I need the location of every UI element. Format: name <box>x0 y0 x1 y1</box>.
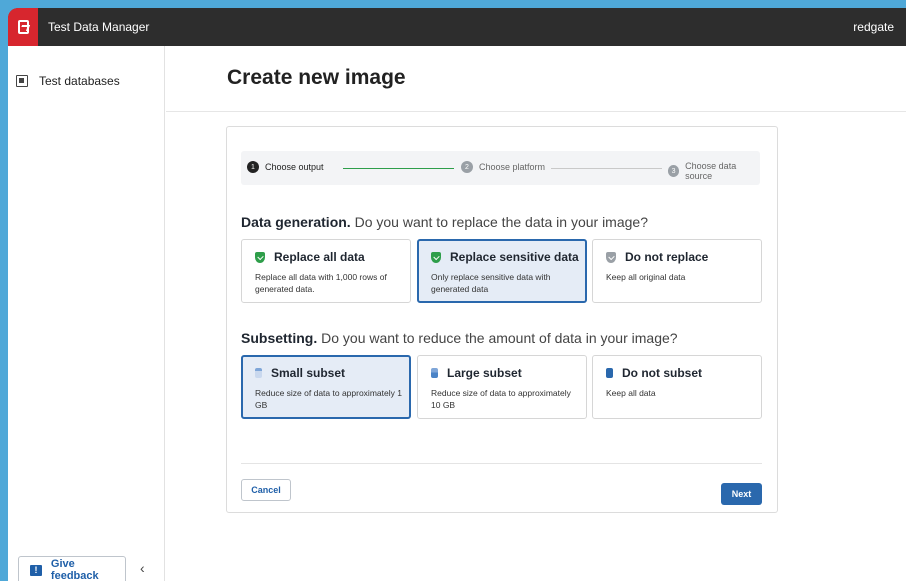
option-title-text: Do not replace <box>625 250 709 264</box>
feedback-icon: ! <box>30 564 42 576</box>
step-choose-output: 1 Choose output <box>247 161 324 173</box>
step-choose-platform: 2 Choose platform <box>461 161 545 173</box>
section-label: Subsetting. <box>241 330 318 346</box>
collapse-sidebar-icon[interactable]: ‹ <box>140 560 145 576</box>
shield-check-icon <box>431 251 441 263</box>
section-question: Do you want to replace the data in your … <box>354 214 648 230</box>
redgate-logo-icon <box>17 20 29 34</box>
sidebar: Test databases ! Give feedback ‹ <box>8 46 165 581</box>
data-generation-heading: Data generation. Do you want to replace … <box>241 214 648 230</box>
option-do-not-subset[interactable]: Do not subset Keep all data <box>592 355 762 419</box>
stepper: 1 Choose output 2 Choose platform 3 Choo… <box>241 151 760 185</box>
page-header: Create new image <box>166 46 906 112</box>
shield-icon <box>606 251 616 263</box>
step-choose-data-source: 3 Choose data source <box>668 161 760 181</box>
next-button[interactable]: Next <box>721 483 762 505</box>
option-title-text: Large subset <box>447 366 522 380</box>
option-title: Replace sensitive data <box>431 250 579 264</box>
sidebar-item-test-databases[interactable]: Test databases <box>16 74 120 88</box>
option-small-subset[interactable]: Small subset Reduce size of data to appr… <box>241 355 411 419</box>
give-feedback-label: Give feedback <box>50 558 99 581</box>
section-question: Do you want to reduce the amount of data… <box>321 330 678 346</box>
sidebar-item-label: Test databases <box>39 74 120 88</box>
step-number: 2 <box>461 161 473 173</box>
option-do-not-replace[interactable]: Do not replace Keep all original data <box>592 239 762 303</box>
database-icon <box>16 75 28 87</box>
option-replace-sensitive-data[interactable]: Replace sensitive data Only replace sens… <box>417 239 587 303</box>
section-label: Data generation. <box>241 214 351 230</box>
option-title-text: Replace sensitive data <box>450 250 579 264</box>
step-label: Choose output <box>265 162 324 172</box>
cancel-button[interactable]: Cancel <box>241 479 291 501</box>
option-title: Do not subset <box>606 366 702 380</box>
option-title: Small subset <box>255 366 345 380</box>
database-full-icon <box>606 368 613 378</box>
footer-divider <box>241 463 762 464</box>
step-connector-complete <box>343 168 454 169</box>
app-title: Test Data Manager <box>48 20 150 34</box>
option-title-text: Do not subset <box>622 366 702 380</box>
database-small-icon <box>255 368 262 378</box>
database-large-icon <box>431 368 438 378</box>
option-title-text: Small subset <box>271 366 346 380</box>
subsetting-heading: Subsetting. Do you want to reduce the am… <box>241 330 678 346</box>
option-description: Replace all data with 1,000 rows of gene… <box>255 272 387 294</box>
option-title: Large subset <box>431 366 522 380</box>
option-title: Replace all data <box>255 250 365 264</box>
option-replace-all-data[interactable]: Replace all data Replace all data with 1… <box>241 239 411 303</box>
step-label: Choose data source <box>685 161 737 181</box>
step-label: Choose platform <box>479 162 546 172</box>
option-description: Only replace sensitive data with generat… <box>431 272 551 294</box>
option-description: Keep all data <box>606 388 656 398</box>
option-description: Reduce size of data to approximately 1 G… <box>255 388 402 410</box>
step-connector <box>551 168 662 169</box>
logo <box>8 8 38 46</box>
page-title: Create new image <box>227 66 406 89</box>
shield-check-icon <box>255 251 265 263</box>
option-large-subset[interactable]: Large subset Reduce size of data to appr… <box>417 355 587 419</box>
app-window: Test Data Manager redgate Test databases… <box>8 8 906 581</box>
option-title: Do not replace <box>606 250 708 264</box>
wizard-card: 1 Choose output 2 Choose platform 3 Choo… <box>226 126 778 513</box>
option-description: Keep all original data <box>606 272 686 282</box>
option-title-text: Replace all data <box>274 250 365 264</box>
top-bar: Test Data Manager redgate <box>8 8 906 46</box>
brand-name: redgate <box>853 20 894 34</box>
step-number: 3 <box>668 165 680 177</box>
option-description: Reduce size of data to approximately 10 … <box>431 388 571 410</box>
step-number: 1 <box>247 161 259 173</box>
give-feedback-button[interactable]: ! Give feedback <box>18 556 126 581</box>
